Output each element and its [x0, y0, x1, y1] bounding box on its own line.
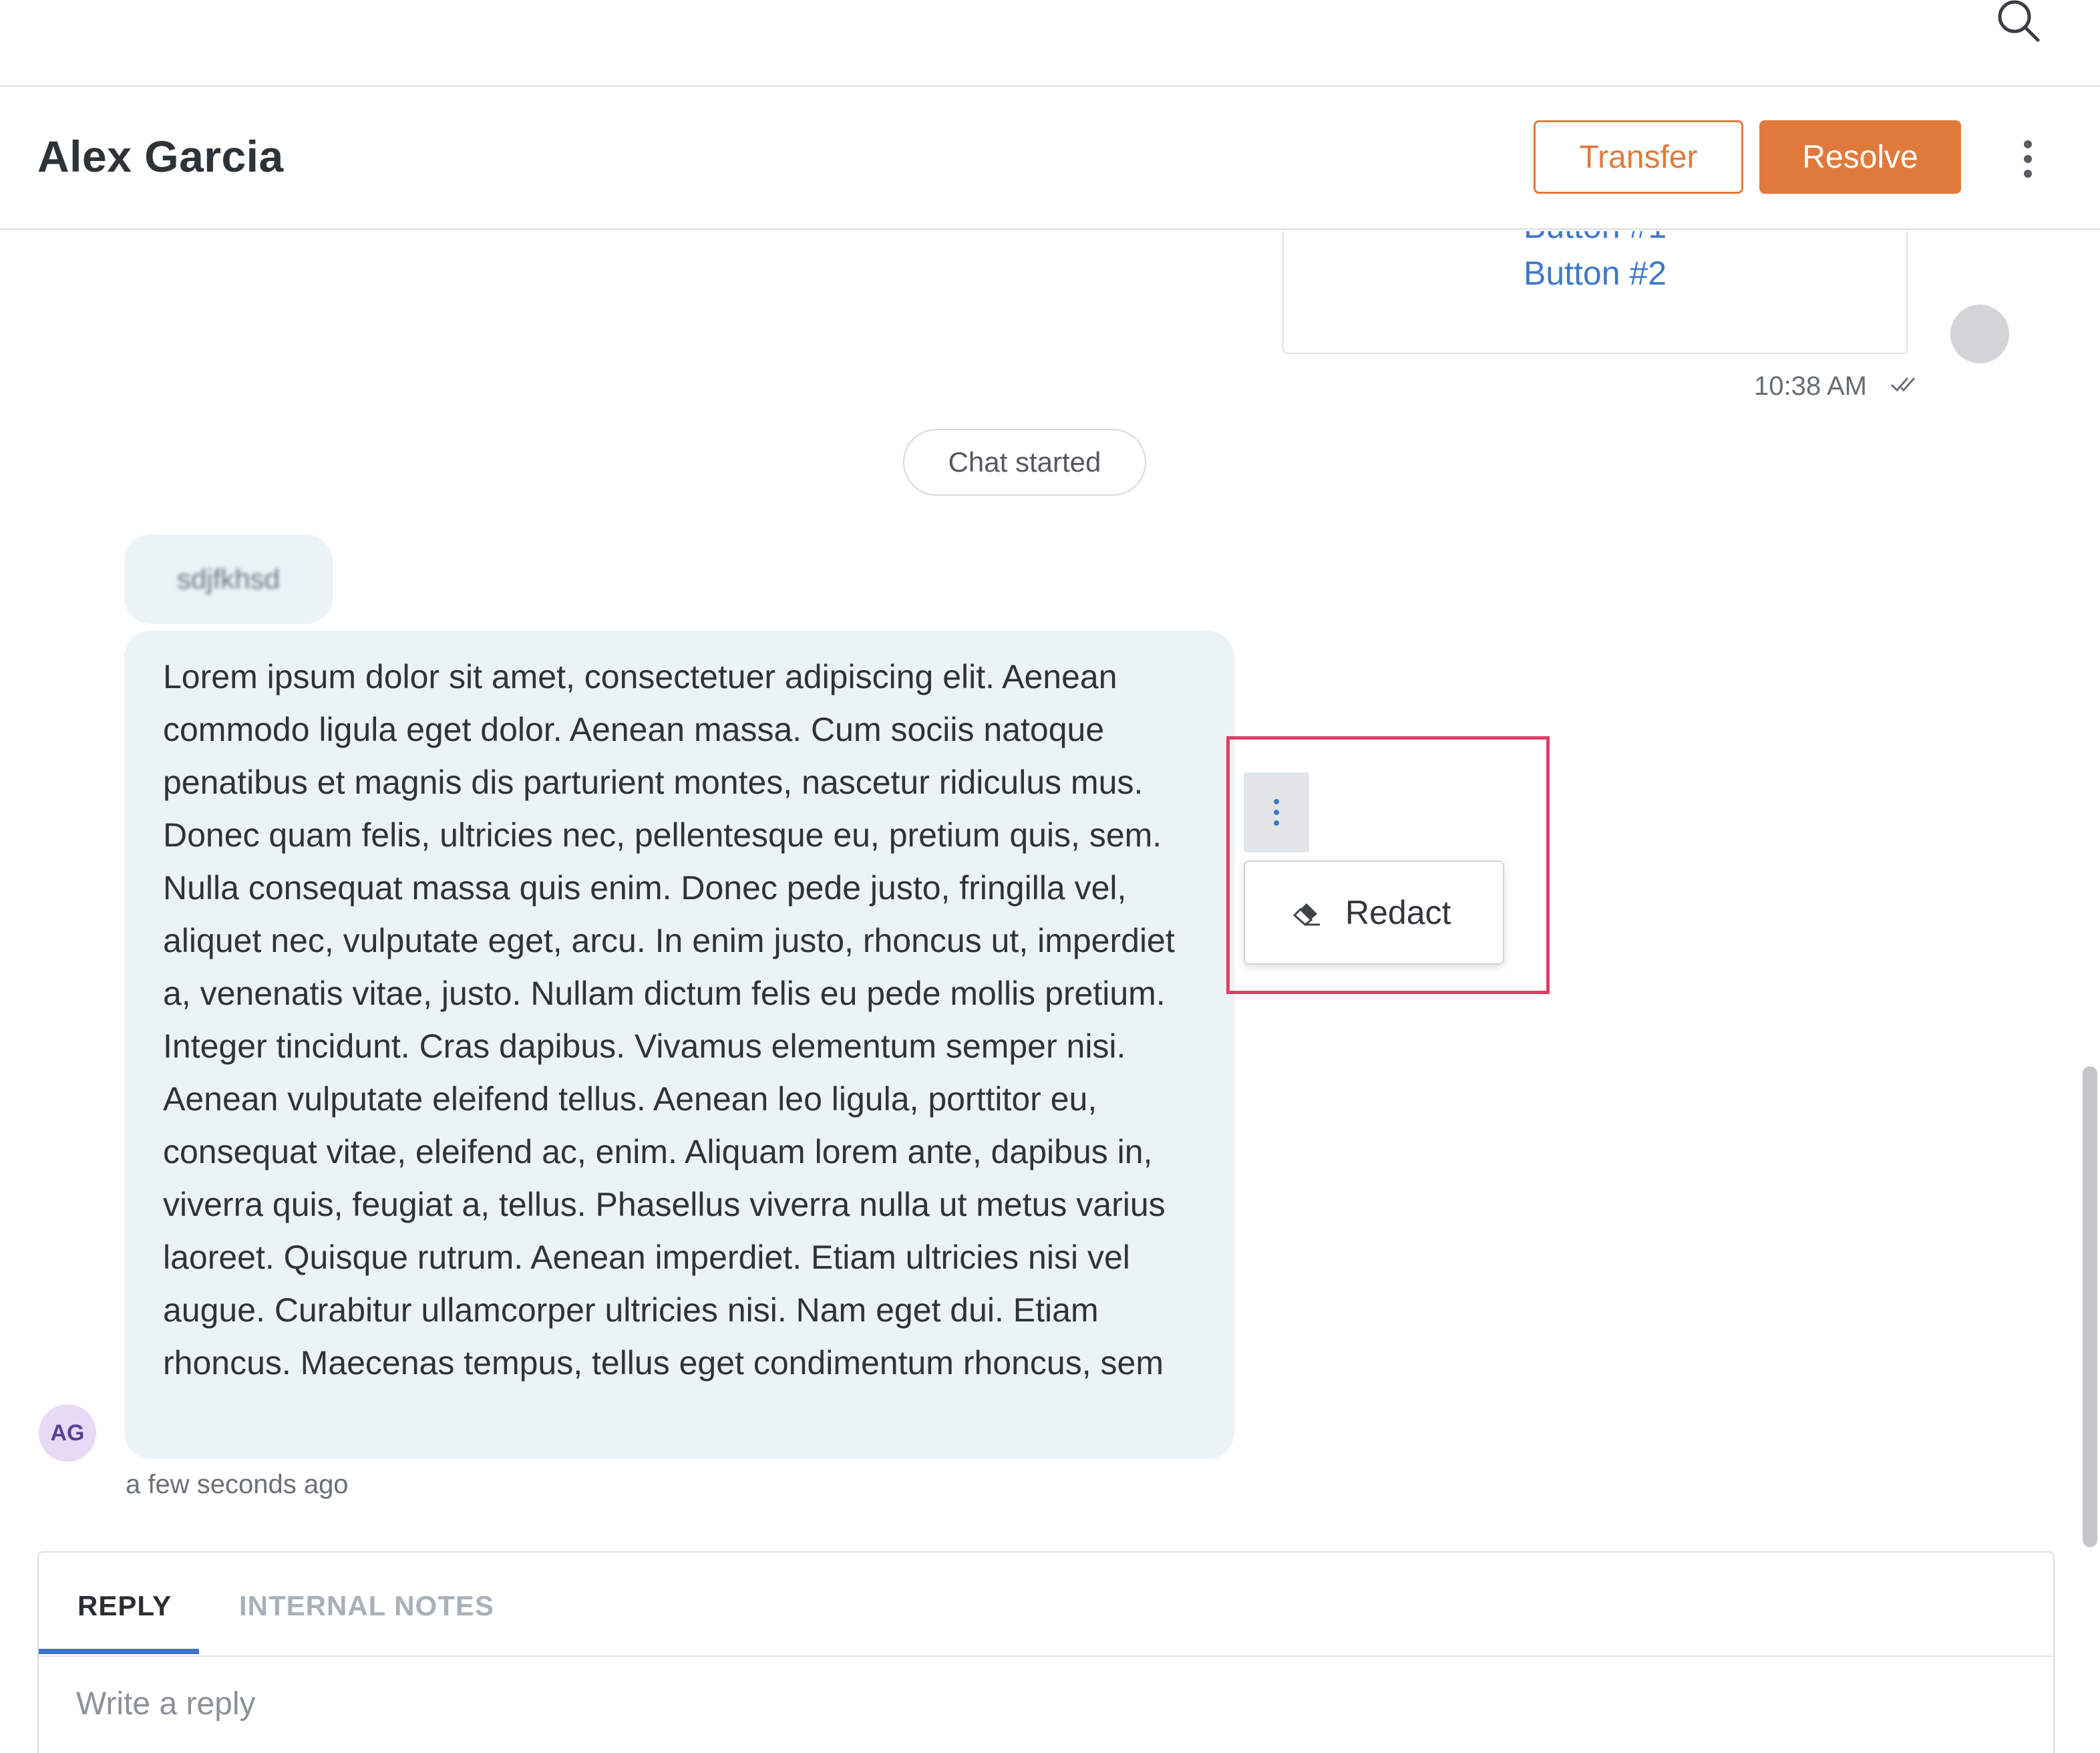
- customer-message-text: Lorem ipsum dolor sit amet, consectetuer…: [163, 658, 1175, 1382]
- reply-input[interactable]: [76, 1677, 2013, 1730]
- tab-reply[interactable]: REPLY: [77, 1590, 172, 1622]
- more-options-button[interactable]: [2006, 127, 2049, 191]
- card-button-2[interactable]: Button #2: [1284, 254, 1906, 293]
- transfer-button[interactable]: Transfer: [1534, 120, 1743, 194]
- bot-message-time: 10:38 AM: [1754, 371, 1868, 401]
- more-vertical-icon-dot: [1274, 799, 1279, 804]
- resolve-button[interactable]: Resolve: [1759, 120, 1961, 194]
- more-vertical-icon-dot: [2024, 170, 2032, 178]
- search-icon: [1998, 0, 2040, 42]
- redacted-message-bubble: sdjfkhsd: [124, 534, 333, 624]
- more-vertical-icon-dot: [2024, 155, 2032, 163]
- more-vertical-icon-dot: [1274, 810, 1279, 815]
- message-action-menu: Redact: [1244, 860, 1504, 965]
- avatar: AG: [39, 1404, 96, 1462]
- more-vertical-icon-dot: [1274, 820, 1279, 826]
- bot-button-card: Button #1 Button #2: [1282, 231, 1908, 354]
- reply-composer: REPLY INTERNAL NOTES: [37, 1551, 2055, 1753]
- bot-avatar: [1950, 305, 2009, 363]
- top-bar: [0, 0, 2100, 87]
- eraser-icon: [1292, 903, 1320, 926]
- contact-name: Alex Garcia: [37, 132, 284, 181]
- redact-label: Redact: [1345, 894, 1451, 931]
- scrollbar-thumb[interactable]: [2083, 1066, 2097, 1547]
- conversation-thread: Button #1 Button #2 10:38 AM Chat starte…: [0, 231, 2100, 1554]
- active-tab-indicator: [39, 1649, 199, 1654]
- search-button[interactable]: [1994, 0, 2043, 42]
- redact-menu-item[interactable]: Redact: [1245, 862, 1503, 963]
- chat-started-event: Chat started: [903, 429, 1146, 496]
- customer-message-bubble: Lorem ipsum dolor sit amet, consectetuer…: [124, 631, 1234, 1459]
- more-vertical-icon-dot: [2024, 140, 2032, 148]
- double-check-icon: [1890, 377, 1916, 392]
- message-timestamp: a few seconds ago: [126, 1470, 349, 1499]
- tab-internal-notes[interactable]: INTERNAL NOTES: [239, 1590, 494, 1622]
- conversation-header: Alex Garcia Transfer Resolve: [0, 87, 2100, 230]
- card-button-1[interactable]: Button #1: [1284, 231, 1906, 246]
- redacted-message-text: sdjfkhsd: [176, 563, 281, 595]
- message-more-button[interactable]: [1244, 772, 1309, 852]
- tab-divider: [39, 1655, 2053, 1657]
